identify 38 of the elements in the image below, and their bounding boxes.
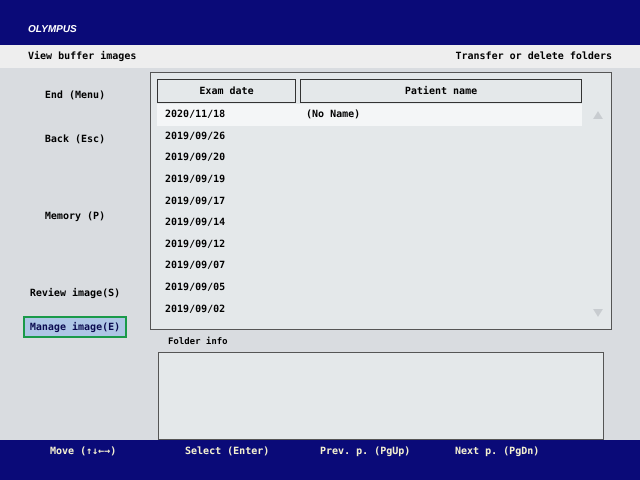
table-row[interactable]: 2019/09/12 xyxy=(157,234,582,256)
menu-button[interactable]: Manage image(E) xyxy=(23,316,127,338)
table-cell-text: 2019/09/17 xyxy=(164,194,226,209)
scroll-down-icon[interactable] xyxy=(593,309,603,317)
table-row[interactable]: 2019/09/19 xyxy=(157,168,582,190)
key-hint: Prev. p. (PgUp) xyxy=(320,445,412,459)
logo: OLYMPUS xyxy=(28,23,77,37)
menu-button[interactable]: Memory (P) xyxy=(23,205,127,227)
key-hint: Move (↑↓←→) xyxy=(50,445,118,459)
table-cell-text: 2019/09/20 xyxy=(164,151,226,166)
table-cell-text: 2019/09/19 xyxy=(164,173,226,188)
table-row[interactable]: 2019/09/26 xyxy=(157,126,582,148)
key-hint: Next p. (PgDn) xyxy=(455,445,540,459)
screen-title: View buffer images xyxy=(28,50,136,64)
scroll-up-icon[interactable] xyxy=(593,111,603,119)
key-hint: Select (Enter) xyxy=(185,445,270,459)
table-cell-text: 2019/09/26 xyxy=(164,130,226,144)
column-header: Patient name xyxy=(300,79,582,103)
table-cell-text: 2020/11/18 xyxy=(164,108,226,122)
table-row[interactable]: 2019/09/07 xyxy=(157,255,582,277)
table-row[interactable]: 2019/09/17 xyxy=(157,190,582,212)
table-row[interactable]: 2019/09/20 xyxy=(157,147,582,169)
menu-button[interactable]: End (Menu) xyxy=(23,84,127,106)
menu-button[interactable]: Back (Esc) xyxy=(23,128,127,150)
column-header: Exam date xyxy=(157,79,296,103)
section-label: Folder info xyxy=(168,336,229,349)
table-cell-text: (No Name) xyxy=(305,108,360,122)
screen-action: Transfer or delete folders xyxy=(455,50,612,64)
table-cell-text: 2019/09/02 xyxy=(164,302,226,317)
table-cell-text: 2019/09/12 xyxy=(164,238,226,252)
table-row[interactable]: 2019/09/14 xyxy=(157,212,582,234)
table-row[interactable]: 2019/09/02 xyxy=(157,298,582,320)
table-row[interactable]: 2019/09/05 xyxy=(157,276,582,298)
table-cell-text: 2019/09/07 xyxy=(164,259,226,274)
table-cell-text: 2019/09/14 xyxy=(164,216,226,230)
menu-button[interactable]: Review image(S) xyxy=(23,282,127,304)
table-row[interactable]: 2020/11/18 (No Name) xyxy=(157,104,582,126)
table-cell-text: 2019/09/05 xyxy=(164,281,226,296)
